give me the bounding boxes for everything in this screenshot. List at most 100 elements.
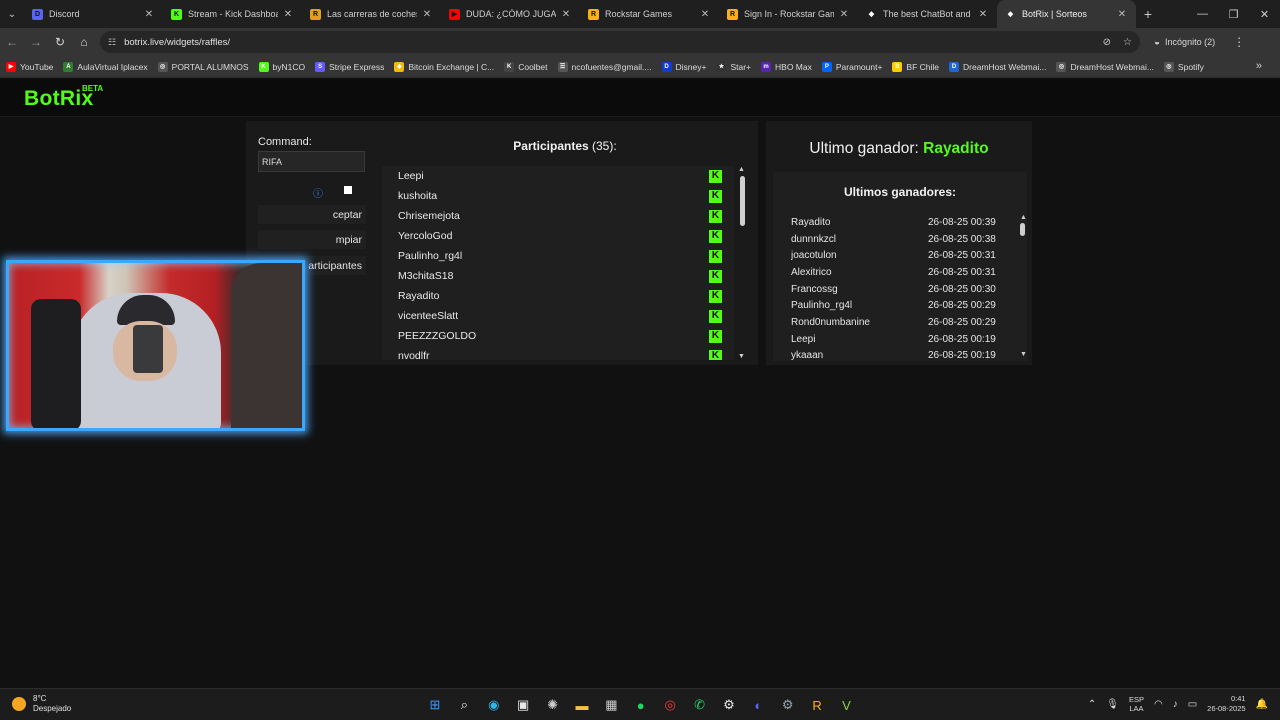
bookmark-item[interactable]: ◎ PORTAL ALUMNOS [157,61,249,72]
bookmark-item[interactable]: m HBO Max [761,61,812,72]
site-info-icon[interactable]: ☷ [108,37,116,48]
clock[interactable]: 0:41 26-08-2025 [1207,694,1245,714]
botrix-icon: ◆ [868,11,875,18]
tab-close-icon[interactable]: ✕ [699,9,711,20]
winner-date: 26-08-25 00:39 [928,216,996,228]
tab-close-icon[interactable]: ✕ [143,9,155,20]
weather-widget[interactable]: 8°C Despejado [12,694,71,714]
tab-close-icon[interactable]: ✕ [282,9,294,20]
winners-scrollbar[interactable]: ▲ ▼ [1019,214,1027,358]
address-bar[interactable]: ☷ botrix.live/widgets/raffles/ ⊘ ☆ [100,31,1140,53]
tab-close-icon[interactable]: ✕ [977,9,989,20]
botrix-page: BotRix BETA Command: ⓘ ceptar mpiar arti… [0,79,1280,687]
tab-search-chevron-icon[interactable]: ⌄ [0,0,24,28]
browser-tab[interactable]: K Stream - Kick Dashboard ✕ [163,0,302,28]
incognito-indicator[interactable]: ◒ Incógnito (2) [1154,37,1215,48]
tab-close-icon[interactable]: ✕ [560,9,572,20]
discord-icon[interactable]: ◐ [747,694,769,716]
start-icon[interactable]: ⊞ [424,694,446,716]
clear-button[interactable]: mpiar [258,230,366,249]
bookmark-item[interactable]: D Disney+ [661,61,706,72]
bookmark-item[interactable]: B BF Chile [892,61,939,72]
accept-button[interactable]: ceptar [258,205,366,224]
bookmark-item[interactable]: ◆ Bitcoin Exchange | C... [394,61,495,72]
rockstar-launcher-icon[interactable]: R [806,694,828,716]
restore-icon[interactable]: ❐ [1218,0,1249,28]
edge-icon[interactable]: ◉ [483,694,505,716]
scroll-down-icon[interactable]: ▼ [1020,351,1027,358]
forward-arrow-icon[interactable]: → [24,28,48,56]
language-indicator[interactable]: ESP LAA [1129,695,1144,713]
browser-tab[interactable]: ▶ DUDA: ¿CÓMO JUGAR *C ✕ [441,0,580,28]
participants-list[interactable]: Leepi Kkushoita K Chrisemejota K YercoloGod K P… [382,166,734,360]
participant-name: YercoloGod [398,230,453,242]
store-icon[interactable]: ▣ [512,694,534,716]
participants-scrollbar[interactable]: ▲ ▼ [737,166,747,360]
new-tab-button[interactable]: + [1136,0,1160,28]
chrome-icon[interactable]: ◎ [659,694,681,716]
bookmark-item[interactable]: A AulaVirtual Iplacex [63,61,148,72]
tab-close-icon[interactable]: ✕ [1116,9,1128,20]
scroll-thumb[interactable] [740,176,745,226]
microphone-icon[interactable]: 🎙 [1106,699,1119,710]
browser-tab[interactable]: R Las carreras de coches de ✕ [302,0,441,28]
wifi-icon[interactable]: ◠ [1154,699,1163,710]
home-icon[interactable]: ⌂ [72,28,96,56]
bookmark-star-icon[interactable]: ☆ [1123,37,1132,48]
command-input[interactable] [258,151,365,172]
reload-icon[interactable]: ↻ [48,28,72,56]
menu-kebab-icon[interactable]: ⋮ [1233,35,1245,49]
browser-tab[interactable]: D Discord ✕ [24,0,163,28]
close-window-icon[interactable]: ✕ [1249,0,1280,28]
bookmark-item[interactable]: ◎ Spotify [1163,61,1204,72]
scroll-down-icon[interactable]: ▼ [738,353,745,360]
bookmark-item[interactable]: P Paramount+ [821,61,882,72]
tab-close-icon[interactable]: ✕ [421,9,433,20]
snipping-tool-icon[interactable]: ▦ [600,694,622,716]
discord-icon: D [32,8,43,20]
back-arrow-icon[interactable]: ← [0,28,24,56]
bookmark-item[interactable]: ◎ DreamHost Webmai... [1056,61,1154,72]
whatsapp-icon[interactable]: ✆ [689,694,711,716]
browser-tab[interactable]: ◆ The best ChatBot and Wi ✕ [858,0,997,28]
eye-off-icon[interactable]: ⊘ [1103,37,1111,48]
winners-list[interactable]: Rayadito 26-08-25 00:39 dunnnkzcl 26-08-25 … [773,214,1013,361]
bookmark-item[interactable]: D DreamHost Webmai... [949,61,1046,72]
tab-label: Sign In - Rockstar Games [744,9,834,19]
file-explorer-icon[interactable]: ▬ [571,694,593,716]
browser-tab[interactable]: R Rockstar Games ✕ [580,0,719,28]
winner-name: Leepi [791,333,816,345]
winner-date: 26-08-25 00:30 [928,283,996,295]
winner-row: Paulinho_rg4l 26-08-25 00:29 [773,297,1013,314]
tab-close-icon[interactable]: ✕ [838,9,850,20]
search-icon[interactable]: ⌕ [453,694,475,716]
option-checkbox[interactable] [344,186,352,194]
bookmark-item[interactable]: K Coolbet [504,61,548,72]
browser-tab[interactable]: ◆ BotRix | Sorteos ✕ [997,0,1136,28]
bookmark-item[interactable]: ★ Star+ [716,61,751,72]
bookmark-item[interactable]: ☰ ncofuentes@gmail.... [557,61,652,72]
kick-icon: K [709,209,722,223]
minimize-icon[interactable]: — [1187,0,1218,28]
tab-label: DUDA: ¿CÓMO JUGAR *C [466,9,556,19]
more-bookmarks-icon[interactable]: » [1256,60,1262,72]
winner-name: Paulinho_rg4l [791,300,853,312]
battery-icon[interactable]: ▭ [1188,699,1197,710]
nvidia-icon[interactable]: V [835,694,857,716]
notification-bell-icon[interactable]: 🔔 [1256,699,1268,710]
spotify-icon[interactable]: ● [630,694,652,716]
volume-icon[interactable]: ♪ [1173,699,1178,710]
settings-app-icon[interactable]: ✺ [542,694,564,716]
bookmark-item[interactable]: ▶ YouTube [6,61,53,72]
steam-icon[interactable]: ⚙ [718,694,740,716]
chevron-up-icon[interactable]: ⌃ [1088,699,1096,710]
bookmark-item[interactable]: S Stripe Express [315,61,384,72]
bookmark-label: Bitcoin Exchange | C... [408,61,495,72]
scroll-up-icon[interactable]: ▲ [738,166,745,173]
scroll-thumb[interactable] [1020,223,1025,236]
info-icon[interactable]: ⓘ [313,185,323,200]
browser-tab[interactable]: R Sign In - Rockstar Games ✕ [719,0,858,28]
gear-icon[interactable]: ⚙ [777,694,799,716]
scroll-up-icon[interactable]: ▲ [1020,214,1027,221]
bookmark-item[interactable]: KbyN1CO [258,61,305,72]
